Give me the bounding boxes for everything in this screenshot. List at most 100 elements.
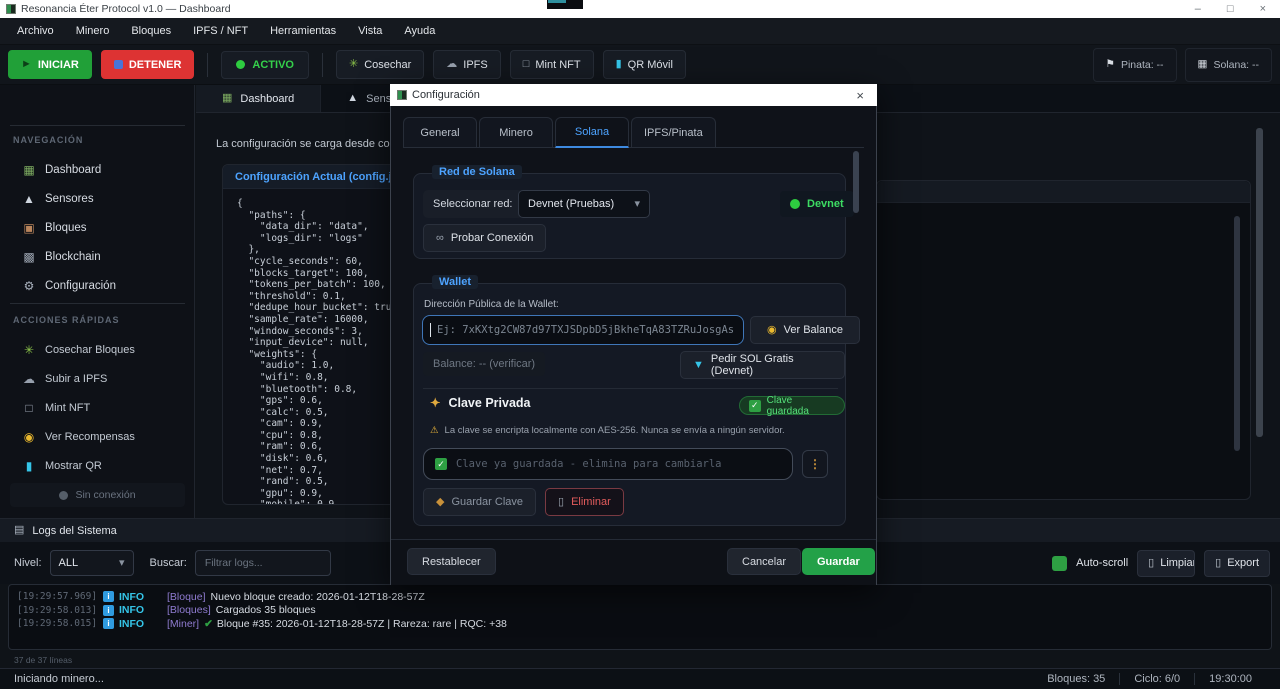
cancel-button[interactable]: Cancelar bbox=[727, 548, 801, 575]
divider bbox=[10, 125, 185, 126]
log-timestamp: [19:29:58.013] bbox=[17, 605, 103, 616]
log-list[interactable]: [19:29:57.969] INFO [Bloque] Nuevo bloqu… bbox=[8, 584, 1272, 650]
save-key-button[interactable]: Guardar Clave bbox=[423, 488, 536, 516]
actions-section-title: ACCIONES RÁPIDAS bbox=[13, 315, 120, 325]
log-tag: [Bloque] bbox=[167, 591, 206, 603]
action-item-label: Cosechar Bloques bbox=[45, 344, 135, 356]
network-badge: Devnet bbox=[780, 191, 854, 217]
network-select[interactable]: Devnet (Pruebas) bbox=[518, 190, 650, 218]
dialog-icon bbox=[397, 90, 407, 100]
menu-item[interactable]: Vista bbox=[347, 25, 393, 37]
log-message: Cargados 35 bloques bbox=[216, 604, 316, 616]
log-message: Bloque #35: 2026-01-12T18-28-57Z | Rarez… bbox=[217, 618, 507, 630]
quick-action-item[interactable]: Mint NFT bbox=[0, 393, 195, 422]
action-item-label: Ver Recompensas bbox=[45, 431, 135, 443]
log-tag: [Bloques] bbox=[167, 604, 211, 616]
menu-item[interactable]: IPFS / NFT bbox=[182, 25, 259, 37]
dialog-titlebar: Configuración × bbox=[390, 84, 877, 106]
export-logs-button[interactable]: Export bbox=[1204, 550, 1270, 577]
lock-icon bbox=[436, 497, 444, 508]
play-icon bbox=[21, 59, 32, 70]
menu-item[interactable]: Bloques bbox=[120, 25, 182, 37]
tab-solana[interactable]: Solana bbox=[555, 117, 629, 148]
maximize-button[interactable]: □ bbox=[1227, 3, 1234, 15]
devnet-dot-icon bbox=[790, 199, 800, 209]
minimize-button[interactable]: – bbox=[1195, 3, 1201, 15]
faucet-button[interactable]: Pedir SOL Gratis (Devnet) bbox=[680, 351, 845, 379]
phone-icon bbox=[616, 59, 622, 70]
sidebar-nav-item[interactable]: Dashboard bbox=[0, 155, 195, 184]
wallet-group: Wallet Dirección Pública de la Wallet: V… bbox=[413, 283, 846, 526]
select-network-label: Seleccionar red: bbox=[423, 190, 523, 218]
menu-item[interactable]: Ayuda bbox=[393, 25, 446, 37]
reset-button[interactable]: Restablecer bbox=[407, 548, 496, 575]
clear-logs-button[interactable]: Limpiar bbox=[1137, 550, 1195, 577]
stop-button[interactable]: DETENER bbox=[101, 50, 195, 79]
tab-minero[interactable]: Minero bbox=[479, 117, 553, 147]
quick-action-item[interactable]: Cosechar Bloques bbox=[0, 335, 195, 364]
background-panel-scrollbar[interactable] bbox=[1234, 216, 1240, 451]
autoscroll-checkbox[interactable] bbox=[1052, 556, 1067, 571]
ellipsis-icon bbox=[809, 458, 821, 470]
start-button[interactable]: INICIAR bbox=[8, 50, 92, 79]
nav-item-icon bbox=[22, 280, 36, 292]
tab-ipfs-pinata[interactable]: IPFS/Pinata bbox=[631, 117, 716, 147]
menu-item[interactable]: Minero bbox=[65, 25, 121, 37]
toolbar-separator bbox=[322, 53, 323, 77]
divider bbox=[423, 388, 838, 389]
menu-item[interactable]: Archivo bbox=[6, 25, 65, 37]
menu-item[interactable]: Herramientas bbox=[259, 25, 347, 37]
quick-action-item[interactable]: Mostrar QR bbox=[0, 451, 195, 480]
key-warning: La clave se encripta localmente con AES-… bbox=[430, 425, 785, 436]
tab-dashboard[interactable]: Dashboard bbox=[196, 85, 321, 112]
nav-item-icon bbox=[22, 222, 36, 234]
toolbar-separator bbox=[207, 53, 208, 77]
network-group-title: Red de Solana bbox=[432, 165, 522, 179]
clipboard-icon bbox=[14, 525, 24, 536]
nav-item-icon bbox=[22, 193, 36, 205]
nav-item-label: Blockchain bbox=[45, 251, 101, 263]
wallet-address-input[interactable] bbox=[422, 315, 744, 345]
status-badge: ACTIVO bbox=[221, 51, 309, 79]
close-button[interactable]: × bbox=[1260, 3, 1266, 15]
private-key-input[interactable] bbox=[423, 448, 793, 480]
level-select[interactable]: ALL bbox=[50, 550, 134, 576]
balance-text: Balance: -- (verificar) bbox=[423, 352, 545, 376]
quick-action-item[interactable]: Subir a IPFS bbox=[0, 364, 195, 393]
stop-icon bbox=[114, 60, 123, 69]
ipfs-button[interactable]: IPFS bbox=[433, 50, 500, 79]
app-icon bbox=[6, 4, 16, 14]
qr-mobile-button[interactable]: QR Móvil bbox=[603, 50, 686, 79]
key-visibility-button[interactable] bbox=[802, 450, 828, 478]
sidebar-nav-item[interactable]: Bloques bbox=[0, 213, 195, 242]
tab-general[interactable]: General bbox=[403, 117, 477, 147]
view-balance-button[interactable]: Ver Balance bbox=[750, 316, 860, 344]
sidebar: NAVEGACIÓN Dashboard Sensores Bloques bbox=[0, 85, 195, 518]
sidebar-nav-item[interactable]: Blockchain bbox=[0, 242, 195, 271]
action-item-icon bbox=[22, 460, 36, 472]
dashboard-tab-icon bbox=[222, 93, 232, 104]
status-bar: Iniciando minero... Bloques: 35 Ciclo: 6… bbox=[0, 668, 1280, 689]
connection-status: Sin conexión bbox=[10, 483, 185, 507]
delete-key-button[interactable]: Eliminar bbox=[545, 488, 624, 516]
dialog-close-button[interactable]: × bbox=[850, 88, 870, 103]
window-scrollbar[interactable] bbox=[1256, 128, 1263, 437]
harvest-button[interactable]: Cosechar bbox=[336, 50, 424, 79]
export-icon bbox=[1215, 558, 1221, 569]
dialog-scrollbar[interactable] bbox=[853, 151, 859, 213]
log-timestamp: [19:29:57.969] bbox=[17, 591, 103, 602]
action-item-label: Mostrar QR bbox=[45, 460, 102, 472]
level-label: Nivel: bbox=[14, 557, 42, 569]
nav-item-label: Configuración bbox=[45, 280, 116, 292]
sidebar-nav-item[interactable]: Configuración bbox=[0, 271, 195, 300]
sidebar-nav-item[interactable]: Sensores bbox=[0, 184, 195, 213]
info-icon bbox=[103, 618, 114, 629]
mint-nft-button[interactable]: Mint NFT bbox=[510, 50, 594, 79]
quick-action-item[interactable]: Ver Recompensas bbox=[0, 422, 195, 451]
log-timestamp: [19:29:58.015] bbox=[17, 618, 103, 629]
save-button[interactable]: Guardar bbox=[802, 548, 875, 575]
log-filter-input[interactable] bbox=[195, 550, 331, 576]
check-icon bbox=[435, 458, 447, 470]
test-connection-button[interactable]: Probar Conexión bbox=[423, 224, 546, 252]
search-label: Buscar: bbox=[150, 557, 187, 569]
